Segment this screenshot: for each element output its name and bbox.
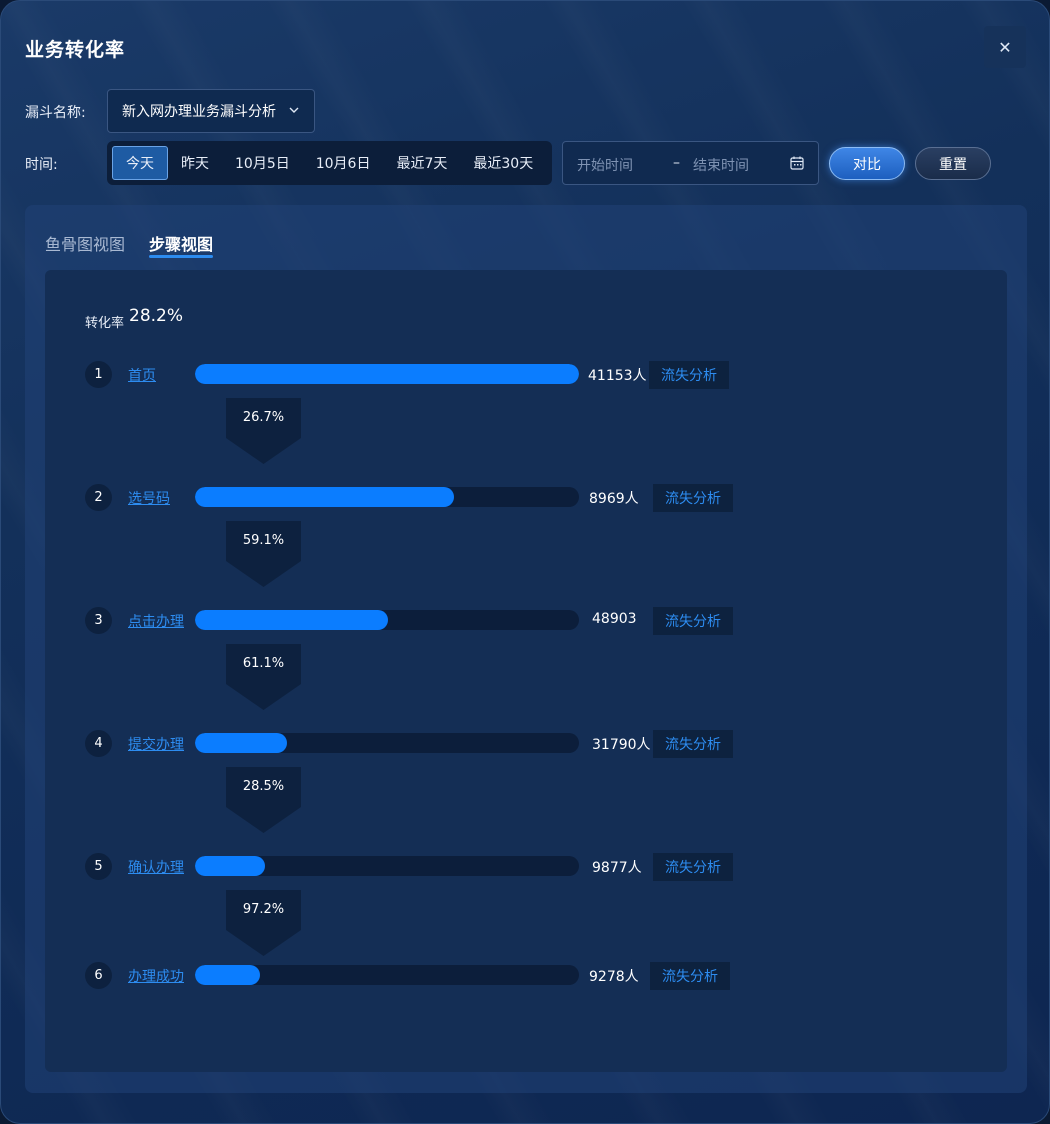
funnel-panel: 鱼骨图视图 步骤视图 转化率 28.2% 1 首页 41153人 流失分析 2 选号码 89… [25, 205, 1027, 1093]
transition-rate: 59.1% [242, 533, 285, 548]
step-count: 31790人 [592, 737, 651, 753]
step-count: 8969人 [589, 491, 639, 507]
step-number: 4 [85, 730, 112, 757]
transition-rate: 26.7% [242, 410, 285, 425]
step-name-link[interactable]: 提交办理 [128, 734, 184, 754]
conversion-rate-label: 转化率 [85, 316, 125, 331]
transition-rate: 61.1% [242, 656, 285, 671]
down-arrow-shape [226, 890, 301, 956]
transition-rate: 28.5% [242, 779, 285, 794]
start-date-input[interactable]: 开始时间 [577, 155, 633, 175]
date-separator: – [673, 155, 680, 171]
funnel-select-value: 新入网办理业务漏斗分析 [122, 104, 276, 120]
step-bar-track [195, 610, 579, 630]
date-range-picker[interactable]: 开始时间 – 结束时间 [562, 141, 819, 185]
time-range-group: 今天 昨天 10月5日 10月6日 最近7天 最近30天 [107, 141, 552, 185]
step-bar-track [195, 856, 579, 876]
loss-analysis-button[interactable]: 流失分析 [653, 730, 733, 758]
close-icon: ✕ [998, 37, 1012, 57]
transition-rate-arrow: 97.2% [226, 890, 301, 956]
reset-button[interactable]: 重置 [915, 147, 991, 180]
funnel-name-label: 漏斗名称: [25, 105, 86, 121]
chevron-down-icon [289, 107, 299, 113]
step-count: 48903 [592, 611, 637, 627]
funnel-step: 6 办理成功 9278人 流失分析 [45, 962, 1007, 990]
loss-analysis-button[interactable]: 流失分析 [653, 607, 733, 635]
loss-analysis-button[interactable]: 流失分析 [653, 484, 733, 512]
step-name-link[interactable]: 办理成功 [128, 966, 184, 986]
range-oct5-button[interactable]: 10月5日 [222, 146, 303, 180]
step-number: 2 [85, 484, 112, 511]
end-date-input[interactable]: 结束时间 [693, 155, 749, 175]
funnel-step: 3 点击办理 48903 流失分析 [45, 607, 1007, 635]
time-label: 时间: [25, 157, 58, 173]
range-today-button[interactable]: 今天 [112, 146, 168, 180]
step-bar-track [195, 364, 579, 384]
step-bar-fill [195, 856, 266, 876]
step-number: 6 [85, 962, 112, 989]
step-bar-track [195, 965, 579, 985]
business-conversion-dialog: 业务转化率 ✕ 漏斗名称: 新入网办理业务漏斗分析 时间: 今天 昨天 10月5… [0, 0, 1050, 1124]
step-bar-fill [195, 965, 261, 985]
step-count: 9278人 [589, 969, 639, 985]
transition-rate-arrow: 28.5% [226, 767, 301, 833]
step-number: 3 [85, 607, 112, 634]
step-name-link[interactable]: 选号码 [128, 488, 170, 508]
transition-rate-arrow: 26.7% [226, 398, 301, 464]
range-yesterday-button[interactable]: 昨天 [168, 146, 222, 180]
close-button[interactable]: ✕ [984, 26, 1026, 68]
step-number: 1 [85, 361, 112, 388]
compare-button[interactable]: 对比 [829, 147, 905, 180]
active-tab-indicator [149, 255, 213, 258]
step-bar-track [195, 733, 579, 753]
funnel-select[interactable]: 新入网办理业务漏斗分析 [107, 89, 315, 133]
range-oct6-button[interactable]: 10月6日 [303, 146, 384, 180]
step-number: 5 [85, 853, 112, 880]
step-bar-track [195, 487, 579, 507]
loss-analysis-button[interactable]: 流失分析 [650, 962, 730, 990]
step-view-content: 转化率 28.2% 1 首页 41153人 流失分析 2 选号码 8969人 流失分析 3 点击办… [45, 270, 1007, 1072]
tab-step-view[interactable]: 步骤视图 [149, 231, 213, 255]
step-name-link[interactable]: 确认办理 [128, 857, 184, 877]
step-bar-fill [195, 610, 389, 630]
transition-rate-arrow: 61.1% [226, 644, 301, 710]
funnel-step: 2 选号码 8969人 流失分析 [45, 484, 1007, 512]
step-name-link[interactable]: 点击办理 [128, 611, 184, 631]
down-arrow-shape [226, 644, 301, 710]
dialog-title: 业务转化率 [25, 39, 126, 61]
step-count: 9877人 [592, 860, 642, 876]
calendar-icon [790, 156, 804, 170]
transition-rate: 97.2% [242, 902, 285, 917]
conversion-rate-value: 28.2% [129, 306, 184, 326]
range-last30-button[interactable]: 最近30天 [460, 146, 546, 180]
step-bar-fill [195, 733, 288, 753]
step-count: 41153人 [588, 368, 647, 384]
down-arrow-shape [226, 398, 301, 464]
funnel-step: 4 提交办理 31790人 流失分析 [45, 730, 1007, 758]
tab-fishbone-view[interactable]: 鱼骨图视图 [45, 231, 125, 255]
step-bar-fill [195, 487, 455, 507]
funnel-step: 1 首页 41153人 流失分析 [45, 361, 1007, 389]
step-name-link[interactable]: 首页 [128, 365, 156, 385]
funnel-step: 5 确认办理 9877人 流失分析 [45, 853, 1007, 881]
loss-analysis-button[interactable]: 流失分析 [653, 853, 733, 881]
range-last7-button[interactable]: 最近7天 [383, 146, 460, 180]
down-arrow-shape [226, 521, 301, 587]
loss-analysis-button[interactable]: 流失分析 [649, 361, 729, 389]
step-bar-fill [195, 364, 579, 384]
transition-rate-arrow: 59.1% [226, 521, 301, 587]
down-arrow-shape [226, 767, 301, 833]
